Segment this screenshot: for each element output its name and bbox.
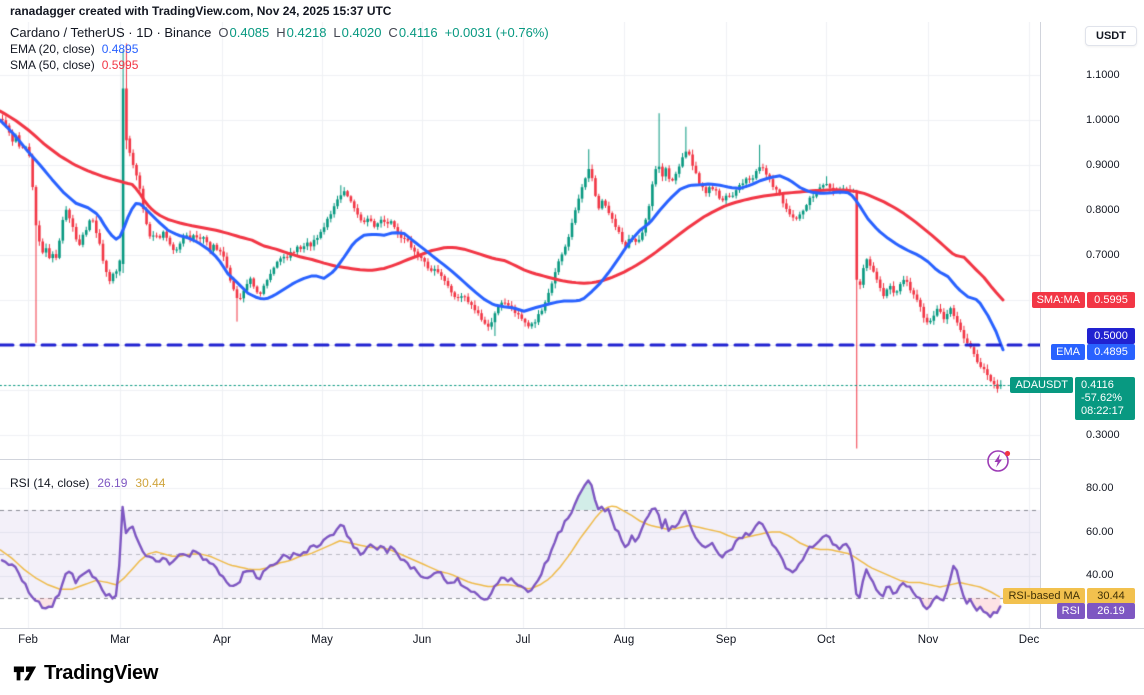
ema-indicator-label[interactable]: EMA (20, close) — [10, 42, 95, 56]
time-tick-label: Aug — [604, 634, 644, 646]
price-axis[interactable]: USDT SMA:MA 0.5995 0.5000 EMA 0.4895 ADA… — [1040, 22, 1144, 651]
axis-tick-label: 80.00 — [1086, 481, 1114, 495]
axis-tick-label: 60.00 — [1086, 525, 1114, 539]
currency-button[interactable]: USDT — [1085, 26, 1137, 46]
tradingview-logo[interactable]: TradingView — [12, 660, 158, 686]
price-pane-canvas[interactable] — [0, 22, 1040, 459]
time-tick-label: May — [302, 634, 342, 646]
ema-price-tag: EMA 0.4895 — [1051, 344, 1135, 360]
header-credit: ranadagger created with TradingView.com,… — [0, 0, 1144, 22]
rsi-value: 26.19 — [97, 476, 127, 490]
tradingview-logo-text: TradingView — [44, 662, 158, 685]
pane-divider[interactable] — [0, 459, 1144, 460]
rsi-indicator-label[interactable]: RSI (14, close) — [10, 476, 89, 490]
ema-indicator-value: 0.4895 — [102, 42, 139, 56]
time-tick-label: Jul — [503, 634, 543, 646]
time-axis[interactable]: Feb Mar Apr May Jun Jul Aug Sep Oct Nov Dec — [0, 628, 1144, 652]
time-tick-label: Apr — [202, 634, 242, 646]
axis-tick-label: 0.3000 — [1086, 428, 1120, 442]
last-price-tag: ADAUSDT 0.4116 -57.62% 08:22:17 — [1010, 377, 1135, 420]
events-icon[interactable] — [985, 446, 1013, 474]
low-value: L0.4020 — [333, 25, 381, 40]
tradingview-logo-icon — [12, 660, 38, 686]
symbol-legend: Cardano / TetherUS · 1D · Binance O0.408… — [10, 24, 549, 72]
bar-countdown: 08:22:17 — [1081, 405, 1135, 418]
time-tick-label: Dec — [1009, 634, 1049, 646]
axis-tick-label: 0.8000 — [1086, 203, 1120, 217]
time-tick-label: Mar — [100, 634, 140, 646]
open-value: O0.4085 — [218, 25, 269, 40]
time-tick-label: Nov — [908, 634, 948, 646]
rsi-tag: RSI 26.19 — [1057, 603, 1135, 619]
sma-indicator-value: 0.5995 — [102, 58, 139, 72]
rsi-ma-tag: RSI-based MA 30.44 — [1003, 588, 1135, 604]
axis-tick-label: 1.0000 — [1086, 113, 1120, 127]
rsi-ma-value: 30.44 — [135, 476, 165, 490]
symbol-title[interactable]: Cardano / TetherUS · 1D · Binance — [10, 25, 211, 40]
support-level-tag: 0.5000 — [1087, 328, 1135, 344]
axis-tick-label: 1.1000 — [1086, 68, 1120, 82]
time-tick-label: Oct — [806, 634, 846, 646]
sma-price-tag: SMA:MA 0.5995 — [1032, 292, 1135, 308]
axis-tick-label: 0.7000 — [1086, 248, 1120, 262]
change-value: +0.0031 (+0.76%) — [445, 25, 549, 40]
high-value: H0.4218 — [276, 25, 326, 40]
axis-tick-label: 40.00 — [1086, 568, 1114, 582]
time-tick-label: Feb — [8, 634, 48, 646]
last-price: 0.4116 — [1081, 379, 1135, 392]
tradingview-chart-page: ranadagger created with TradingView.com,… — [0, 0, 1144, 695]
close-value: C0.4116 — [388, 25, 437, 40]
footer: TradingView — [0, 651, 1144, 695]
last-price-change: -57.62% — [1081, 392, 1135, 405]
time-tick-label: Jun — [402, 634, 442, 646]
axis-tick-label: 0.9000 — [1086, 158, 1120, 172]
chart-widget[interactable]: Cardano / TetherUS · 1D · Binance O0.408… — [0, 22, 1144, 652]
sma-indicator-label[interactable]: SMA (50, close) — [10, 58, 95, 72]
rsi-legend: RSI (14, close) 26.19 30.44 — [10, 476, 165, 490]
time-tick-label: Sep — [706, 634, 746, 646]
